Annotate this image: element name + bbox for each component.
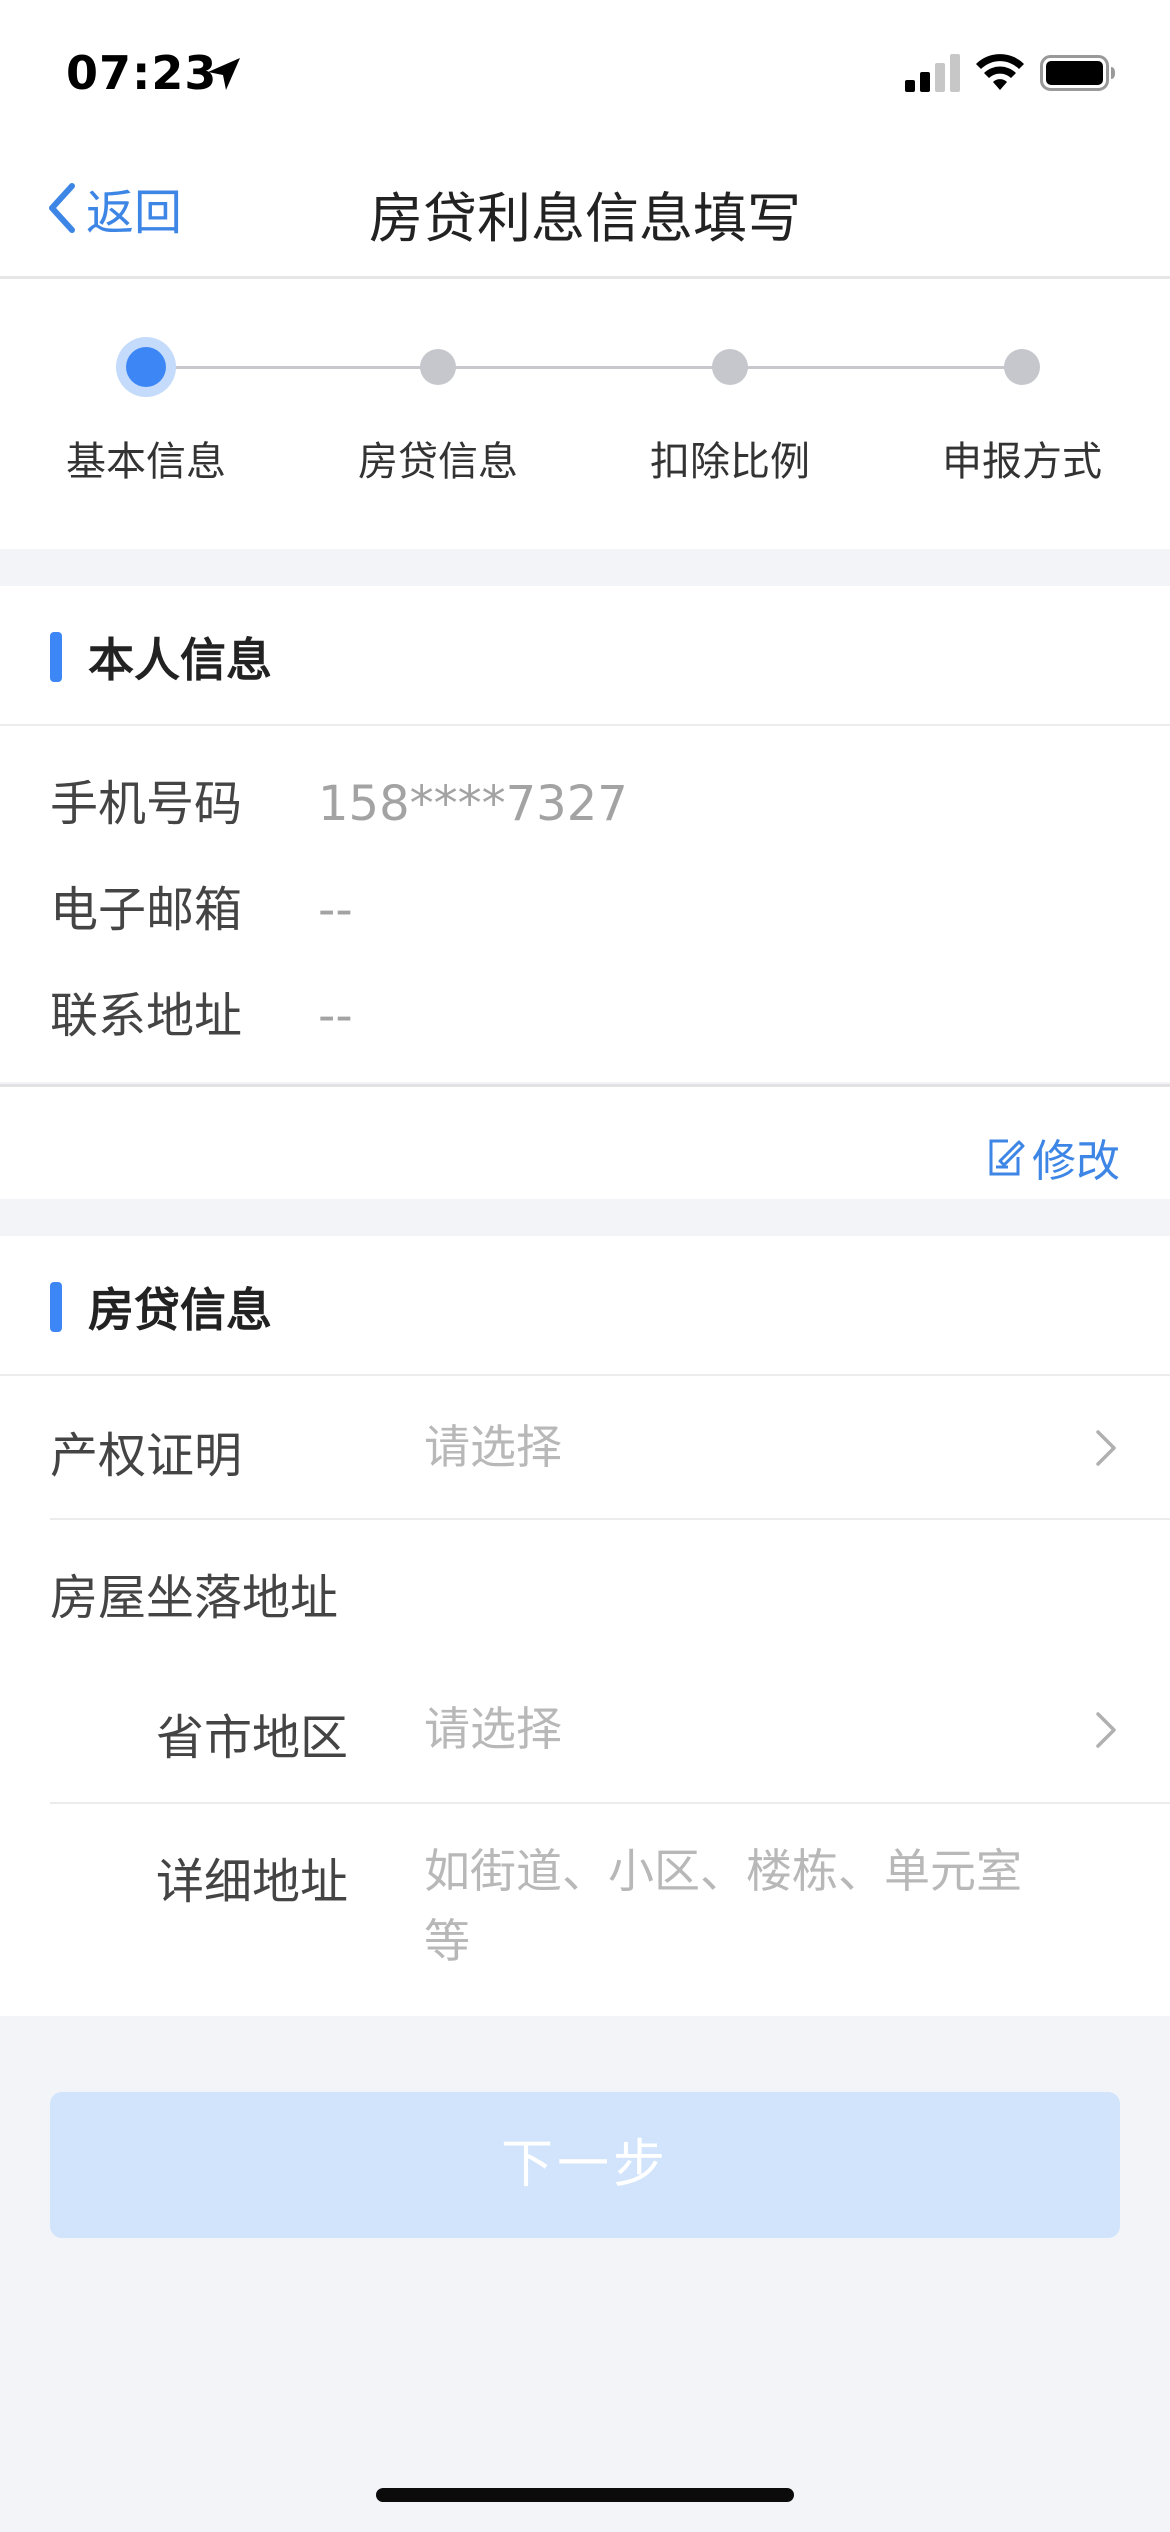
- loan-info-section: 房贷信息 产权证明 请选择 房屋坐落地址 省市地区 请选择 详细地址 如街道、小…: [0, 1236, 1170, 2016]
- personal-info-section: 本人信息 手机号码 158****7327 电子邮箱 -- 联系地址 --: [0, 586, 1170, 1082]
- step-connector: [146, 366, 438, 369]
- section-title: 房贷信息: [88, 1283, 272, 1337]
- detail-address-label: 详细地址: [156, 1854, 349, 1910]
- section-header: 房贷信息: [0, 1236, 1170, 1376]
- navigation-bar: 返回 房贷利息信息填写: [0, 150, 1170, 279]
- chevron-right-icon: [1096, 1712, 1116, 1748]
- property-cert-select[interactable]: 请选择: [424, 1412, 562, 1482]
- modify-bar: 修改: [0, 1084, 1170, 1199]
- status-bar: 07:23: [0, 0, 1170, 150]
- modify-label: 修改: [1032, 1136, 1120, 1187]
- section-accent-bar: [50, 1282, 62, 1332]
- progress-stepper: 基本信息 房贷信息 扣除比例 申报方式: [0, 279, 1170, 549]
- detail-address-input[interactable]: 如街道、小区、楼栋、单元室 等: [424, 1836, 1084, 1976]
- chevron-right-icon: [1096, 1430, 1116, 1466]
- modify-button[interactable]: 修改: [986, 1125, 1120, 1189]
- detail-address-placeholder-line2: 等: [424, 1914, 470, 1968]
- location-arrow-icon: [208, 58, 240, 90]
- property-cert-label: 产权证明: [50, 1428, 243, 1484]
- next-step-button[interactable]: 下一步: [50, 2092, 1120, 2238]
- phone-label: 手机号码: [50, 776, 243, 832]
- email-value: --: [318, 882, 353, 938]
- address-row: 联系地址 --: [50, 976, 353, 1046]
- edit-icon: [989, 1139, 1025, 1176]
- wifi-icon: [976, 54, 1024, 90]
- email-row: 电子邮箱 --: [50, 870, 353, 940]
- detail-address-row: 详细地址 如街道、小区、楼栋、单元室 等: [50, 1804, 1170, 2014]
- section-header: 本人信息: [0, 586, 1170, 726]
- step-dot-active: [126, 347, 166, 387]
- battery-icon: [1040, 55, 1115, 91]
- page-title: 房贷利息信息填写: [369, 187, 801, 250]
- house-address-row: 房屋坐落地址: [50, 1520, 1170, 1660]
- section-accent-bar: [50, 632, 62, 682]
- step-label-deduction-ratio: 扣除比例: [650, 439, 810, 485]
- step-connector: [438, 366, 730, 369]
- status-time: 07:23: [66, 46, 218, 100]
- phone-value: 158****7327: [318, 776, 628, 832]
- step-connector: [730, 366, 1022, 369]
- address-label: 联系地址: [50, 988, 243, 1044]
- property-cert-row[interactable]: 产权证明 请选择: [50, 1376, 1170, 1520]
- detail-address-placeholder-line1: 如街道、小区、楼栋、单元室: [424, 1844, 1022, 1898]
- step-dot: [420, 349, 456, 385]
- home-indicator: [376, 2488, 794, 2502]
- step-dot: [1004, 349, 1040, 385]
- step-label-basic-info: 基本信息: [66, 439, 226, 485]
- section-title: 本人信息: [88, 633, 272, 687]
- step-label-loan-info: 房贷信息: [358, 439, 518, 485]
- address-value: --: [318, 988, 353, 1044]
- region-label: 省市地区: [156, 1710, 349, 1766]
- step-dot: [712, 349, 748, 385]
- phone-row: 手机号码 158****7327: [50, 764, 628, 834]
- email-label: 电子邮箱: [50, 882, 243, 938]
- region-select[interactable]: 请选择: [424, 1694, 562, 1764]
- cellular-signal-icon: [905, 54, 960, 92]
- house-address-label: 房屋坐落地址: [50, 1570, 339, 1626]
- region-row[interactable]: 省市地区 请选择: [50, 1660, 1170, 1804]
- step-label-filing-method: 申报方式: [942, 439, 1102, 485]
